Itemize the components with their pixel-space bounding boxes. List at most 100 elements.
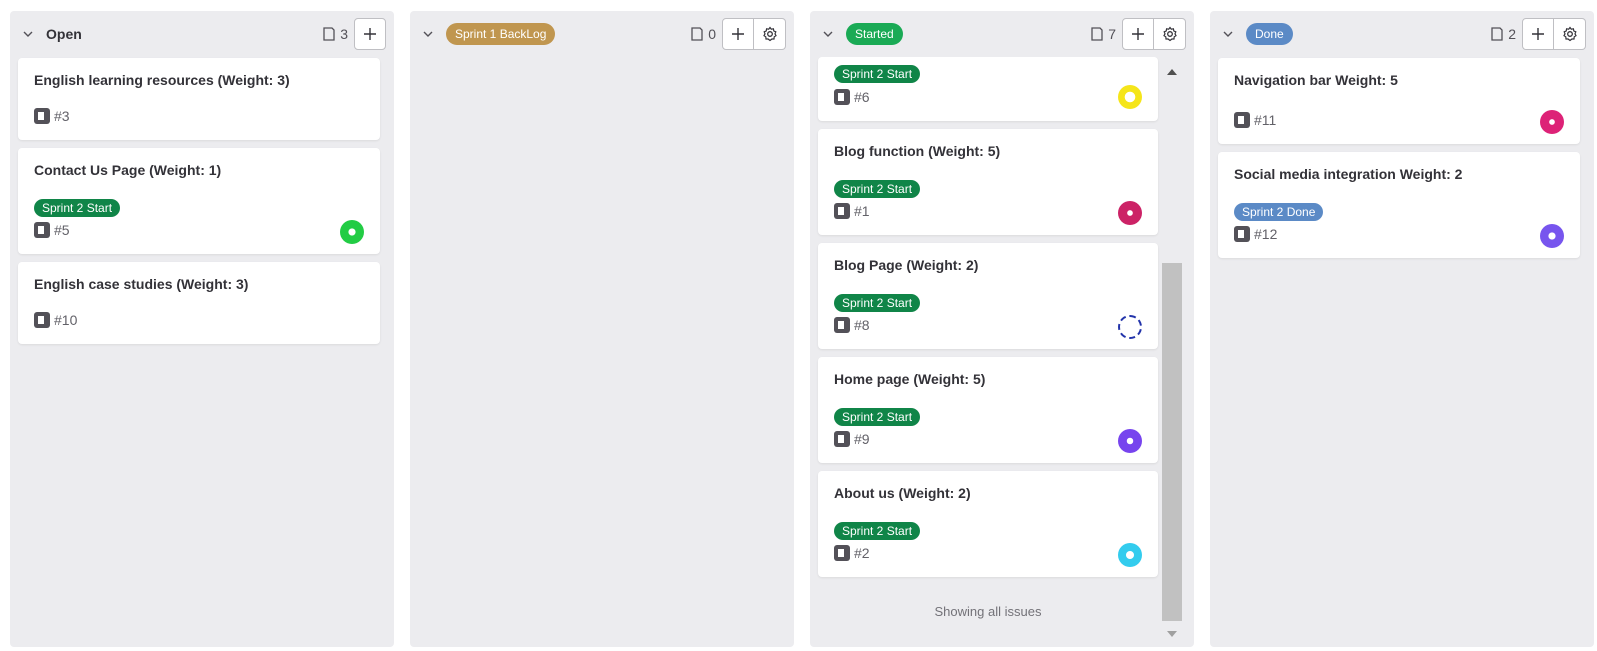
board-column-started: Started 7 Sprint 2 Start #6 Blog functio… — [810, 11, 1194, 647]
issue-list[interactable]: Sprint 2 Start #6 Blog function (Weight:… — [810, 57, 1166, 647]
issue-label[interactable]: Sprint 2 Start — [834, 65, 921, 83]
issue-count-value: 0 — [708, 26, 716, 42]
issues-icon — [1091, 27, 1103, 41]
board-column-sprint-1-backlog: Sprint 1 BackLog 0 — [410, 11, 794, 647]
issue-type-icon — [1234, 112, 1250, 128]
issue-title[interactable]: Contact Us Page (Weight: 1) — [34, 162, 221, 178]
issue-card[interactable]: English case studies (Weight: 3) #10 — [18, 262, 380, 344]
issue-card[interactable]: Blog Page (Weight: 2) Sprint 2 Start #8 — [818, 243, 1158, 349]
column-settings-button[interactable] — [1154, 18, 1186, 50]
issue-label[interactable]: Sprint 2 Start — [34, 199, 121, 217]
issues-icon — [323, 27, 335, 41]
issue-card[interactable]: Contact Us Page (Weight: 1) Sprint 2 Sta… — [18, 148, 380, 254]
plus-icon — [1532, 28, 1544, 40]
scrollbar-thumb[interactable] — [1162, 263, 1182, 621]
column-label[interactable]: Sprint 1 BackLog — [446, 23, 556, 45]
scroll-down-arrow-icon[interactable] — [1167, 631, 1177, 637]
issue-label[interactable]: Sprint 2 Start — [834, 408, 921, 426]
assignee-avatar[interactable] — [1118, 85, 1142, 109]
issue-count-value: 3 — [340, 26, 348, 42]
column-label[interactable]: Done — [1246, 23, 1293, 45]
issue-type-icon — [834, 431, 850, 447]
assignee-avatar[interactable] — [1118, 201, 1142, 225]
gear-icon — [1162, 26, 1177, 42]
issue-reference: #10 — [34, 312, 77, 328]
issue-reference: #2 — [834, 545, 870, 561]
issue-type-icon — [34, 108, 50, 124]
assignee-avatar[interactable] — [1540, 110, 1564, 134]
issue-reference: #8 — [834, 317, 870, 333]
assignee-avatar[interactable] — [1118, 543, 1142, 567]
plus-icon — [1132, 28, 1144, 40]
add-issue-button[interactable] — [722, 18, 754, 50]
issue-count-value: 7 — [1108, 26, 1116, 42]
chevron-down-icon[interactable] — [820, 26, 836, 42]
board-column-done: Done 2 Navigation bar Weight: 5 #11 Soci… — [1210, 11, 1594, 647]
issue-card[interactable]: Social media integration Weight: 2 Sprin… — [1218, 152, 1580, 258]
assignee-avatar[interactable] — [1118, 429, 1142, 453]
assignee-avatar[interactable] — [340, 220, 364, 244]
chevron-down-icon[interactable] — [1220, 26, 1236, 42]
plus-icon — [732, 28, 744, 40]
chevron-down-icon[interactable] — [20, 26, 36, 42]
issue-card[interactable]: Navigation bar Weight: 5 #11 — [1218, 58, 1580, 144]
issue-number: #12 — [1254, 226, 1278, 242]
issue-number: #1 — [854, 203, 870, 219]
issue-reference: #1 — [834, 203, 870, 219]
issue-number: #2 — [854, 545, 870, 561]
issue-title[interactable]: Navigation bar Weight: 5 — [1234, 72, 1398, 88]
add-issue-button[interactable] — [1522, 18, 1554, 50]
issue-title[interactable]: English learning resources (Weight: 3) — [34, 72, 290, 88]
issue-type-icon — [834, 545, 850, 561]
list-footer-text: Showing all issues — [934, 604, 1042, 619]
issue-card[interactable]: English learning resources (Weight: 3) #… — [18, 58, 380, 140]
issue-card[interactable]: Blog function (Weight: 5) Sprint 2 Start… — [818, 129, 1158, 235]
column-header: Started 7 — [810, 11, 1194, 57]
issue-title[interactable]: English case studies (Weight: 3) — [34, 276, 248, 292]
column-settings-button[interactable] — [1554, 18, 1586, 50]
issue-type-icon — [1234, 226, 1250, 242]
plus-icon — [364, 28, 376, 40]
issue-number: #10 — [54, 312, 78, 328]
issues-icon — [1491, 27, 1503, 41]
add-issue-button[interactable] — [354, 18, 386, 50]
issue-count: 7 — [1090, 26, 1116, 42]
issue-reference: #11 — [1234, 112, 1276, 128]
issue-label[interactable]: Sprint 2 Start — [834, 180, 921, 198]
issue-count: 3 — [322, 26, 348, 42]
issue-number: #8 — [854, 317, 870, 333]
issue-number: #5 — [54, 222, 70, 238]
issue-title[interactable]: About us (Weight: 2) — [834, 485, 971, 501]
scroll-up-arrow-icon[interactable] — [1167, 69, 1177, 75]
column-settings-button[interactable] — [754, 18, 786, 50]
column-actions — [1522, 18, 1586, 50]
assignee-avatar[interactable] — [1540, 224, 1564, 248]
assignee-avatar[interactable] — [1118, 315, 1142, 339]
add-issue-button[interactable] — [1122, 18, 1154, 50]
issue-title[interactable]: Home page (Weight: 5) — [834, 371, 985, 387]
issue-count: 0 — [690, 26, 716, 42]
issue-card[interactable]: Home page (Weight: 5) Sprint 2 Start #9 — [818, 357, 1158, 463]
issue-title[interactable]: Social media integration Weight: 2 — [1234, 166, 1462, 182]
issue-number: #9 — [854, 431, 870, 447]
scrollbar[interactable] — [1162, 65, 1182, 639]
issue-reference: #12 — [1234, 226, 1277, 242]
issue-type-icon — [34, 312, 50, 328]
issue-card[interactable]: About us (Weight: 2) Sprint 2 Start #2 — [818, 471, 1158, 577]
column-label[interactable]: Started — [846, 23, 903, 45]
chevron-down-icon[interactable] — [420, 26, 436, 42]
issue-reference: #6 — [834, 89, 870, 105]
issue-title[interactable]: Blog function (Weight: 5) — [834, 143, 1000, 159]
issue-type-icon — [34, 222, 50, 238]
issue-label[interactable]: Sprint 2 Start — [834, 294, 921, 312]
issue-title[interactable]: Blog Page (Weight: 2) — [834, 257, 978, 273]
column-header: Open 3 — [10, 11, 394, 57]
issue-label[interactable]: Sprint 2 Done — [1234, 203, 1324, 221]
issue-label[interactable]: Sprint 2 Start — [834, 522, 921, 540]
column-header: Done 2 — [1210, 11, 1594, 57]
issue-card[interactable]: Sprint 2 Start #6 — [818, 57, 1158, 121]
issue-type-icon — [834, 317, 850, 333]
issue-type-icon — [834, 203, 850, 219]
issue-reference: #3 — [34, 108, 70, 124]
gear-icon — [762, 26, 777, 42]
